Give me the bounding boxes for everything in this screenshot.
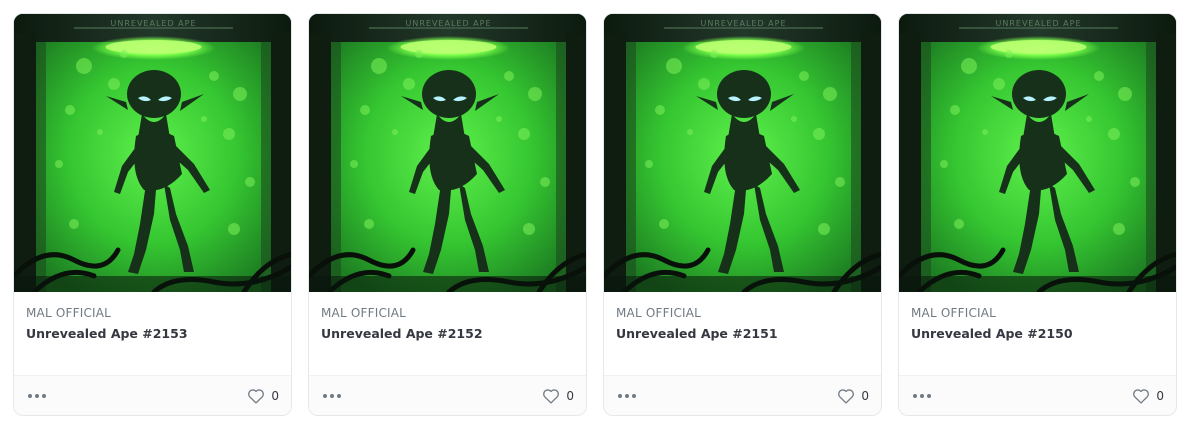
heart-outline-icon [543, 388, 560, 404]
favorite-button[interactable]: 0 [247, 388, 279, 404]
more-options-button[interactable] [28, 390, 46, 402]
favorite-count: 0 [566, 388, 574, 403]
alien-in-tank-artwork [309, 14, 587, 292]
asset-card[interactable]: MAL OFFICIAL Unrevealed Ape #2153 0 [13, 13, 292, 416]
alien-in-tank-artwork [14, 14, 292, 292]
more-horizontal-icon [28, 393, 32, 398]
card-footer: 0 [309, 375, 586, 415]
asset-image[interactable] [14, 14, 291, 292]
card-footer: 0 [604, 375, 881, 415]
asset-image[interactable] [604, 14, 881, 292]
favorite-count: 0 [1156, 388, 1164, 403]
collection-name[interactable]: MAL OFFICIAL [321, 306, 574, 320]
more-horizontal-icon [323, 393, 327, 398]
asset-name[interactable]: Unrevealed Ape #2151 [616, 326, 869, 341]
asset-info: MAL OFFICIAL Unrevealed Ape #2150 [899, 292, 1176, 376]
favorite-button[interactable]: 0 [1132, 388, 1164, 404]
favorite-count: 0 [861, 388, 869, 403]
favorite-count: 0 [271, 388, 279, 403]
asset-info: MAL OFFICIAL Unrevealed Ape #2152 [309, 292, 586, 376]
asset-card[interactable]: MAL OFFICIAL Unrevealed Ape #2151 0 [603, 13, 882, 416]
alien-in-tank-artwork [899, 14, 1177, 292]
card-footer: 0 [899, 375, 1176, 415]
favorite-button[interactable]: 0 [837, 388, 869, 404]
asset-name[interactable]: Unrevealed Ape #2152 [321, 326, 574, 341]
asset-info: MAL OFFICIAL Unrevealed Ape #2153 [14, 292, 291, 376]
favorite-button[interactable]: 0 [542, 388, 574, 404]
heart-outline-icon [248, 388, 265, 404]
more-horizontal-icon [618, 393, 622, 398]
asset-grid: MAL OFFICIAL Unrevealed Ape #2153 0 MAL … [13, 13, 1177, 416]
card-footer: 0 [14, 375, 291, 415]
asset-card[interactable]: MAL OFFICIAL Unrevealed Ape #2152 0 [308, 13, 587, 416]
asset-info: MAL OFFICIAL Unrevealed Ape #2151 [604, 292, 881, 376]
alien-in-tank-artwork [604, 14, 882, 292]
asset-card[interactable]: MAL OFFICIAL Unrevealed Ape #2150 0 [898, 13, 1177, 416]
asset-name[interactable]: Unrevealed Ape #2150 [911, 326, 1164, 341]
more-options-button[interactable] [323, 390, 341, 402]
asset-image[interactable] [309, 14, 586, 292]
more-horizontal-icon [913, 393, 917, 398]
more-options-button[interactable] [618, 390, 636, 402]
asset-name[interactable]: Unrevealed Ape #2153 [26, 326, 279, 341]
collection-name[interactable]: MAL OFFICIAL [616, 306, 869, 320]
heart-outline-icon [1133, 388, 1150, 404]
heart-outline-icon [838, 388, 855, 404]
collection-name[interactable]: MAL OFFICIAL [26, 306, 279, 320]
asset-image[interactable] [899, 14, 1176, 292]
collection-name[interactable]: MAL OFFICIAL [911, 306, 1164, 320]
more-options-button[interactable] [913, 390, 931, 402]
